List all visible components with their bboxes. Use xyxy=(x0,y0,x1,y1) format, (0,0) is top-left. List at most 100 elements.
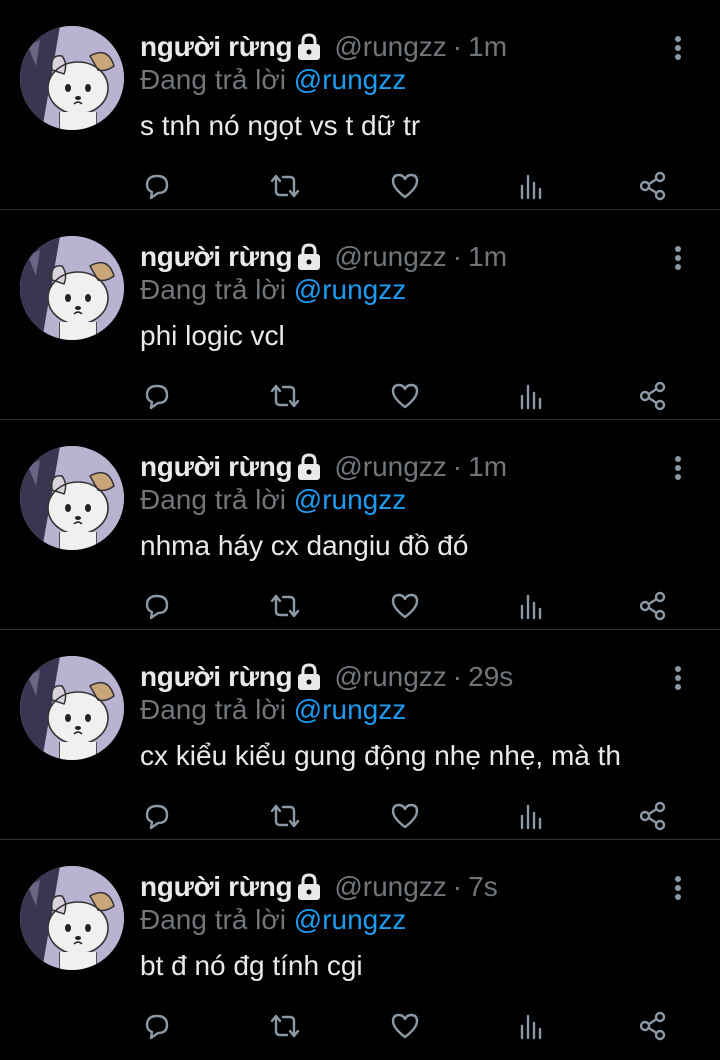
tweet-text: cx kiểu kiểu gung động nhẹ nhẹ, mà th xyxy=(140,740,622,771)
avatar[interactable] xyxy=(20,866,124,970)
share-icon xyxy=(637,380,669,417)
like-icon xyxy=(389,800,421,837)
display-name[interactable]: người rừng xyxy=(140,661,293,693)
reply-context: Đang trả lời @rungzz xyxy=(140,694,406,726)
timestamp[interactable]: 1m xyxy=(468,241,507,273)
separator: · xyxy=(452,451,463,482)
separator: · xyxy=(452,31,463,62)
reply-button[interactable] xyxy=(140,591,174,625)
reply-button[interactable] xyxy=(140,801,174,835)
reply-icon xyxy=(141,170,173,207)
reply-mention[interactable]: @rungzz xyxy=(294,904,406,935)
display-name[interactable]: người rừng xyxy=(140,241,293,273)
reply-prefix: Đang trả lời xyxy=(140,904,286,935)
retweet-button[interactable] xyxy=(268,171,302,205)
share-button[interactable] xyxy=(636,1011,670,1045)
timestamp[interactable]: 1m xyxy=(468,451,507,483)
share-button[interactable] xyxy=(636,801,670,835)
reply-context: Đang trả lời @rungzz xyxy=(140,484,406,516)
reply-button[interactable] xyxy=(140,1011,174,1045)
timestamp[interactable]: 29s xyxy=(468,661,513,693)
action-bar xyxy=(0,167,720,207)
more-icon[interactable] xyxy=(666,664,690,692)
separator: · xyxy=(452,241,463,272)
reply-button[interactable] xyxy=(140,381,174,415)
lock-icon xyxy=(296,453,322,481)
tweet[interactable]: người rừng @rungzz · 1m Đang trả lời @ru… xyxy=(0,210,720,420)
retweet-button[interactable] xyxy=(268,801,302,835)
reply-mention[interactable]: @rungzz xyxy=(294,274,406,305)
share-button[interactable] xyxy=(636,591,670,625)
handle[interactable]: @rungzz xyxy=(334,31,446,63)
like-button[interactable] xyxy=(388,381,422,415)
tweet-header: người rừng @rungzz · 29s xyxy=(140,658,513,696)
retweet-icon xyxy=(268,800,302,837)
stats-button[interactable] xyxy=(514,801,548,835)
display-name[interactable]: người rừng xyxy=(140,31,293,63)
stats-button[interactable] xyxy=(514,591,548,625)
share-button[interactable] xyxy=(636,171,670,205)
action-bar xyxy=(0,587,720,627)
tweet-text: bt đ nó đg tính cgi xyxy=(140,950,363,981)
avatar[interactable] xyxy=(20,446,124,550)
reply-prefix: Đang trả lời xyxy=(140,64,286,95)
reply-mention[interactable]: @rungzz xyxy=(294,694,406,725)
lock-icon xyxy=(296,873,322,901)
stats-icon xyxy=(515,1010,547,1047)
avatar[interactable] xyxy=(20,236,124,340)
tweet[interactable]: người rừng @rungzz · 1m Đang trả lời @ru… xyxy=(0,0,720,210)
retweet-button[interactable] xyxy=(268,591,302,625)
reply-context: Đang trả lời @rungzz xyxy=(140,64,406,96)
share-icon xyxy=(637,800,669,837)
handle[interactable]: @rungzz xyxy=(334,241,446,273)
handle[interactable]: @rungzz xyxy=(334,661,446,693)
stats-button[interactable] xyxy=(514,1011,548,1045)
stats-button[interactable] xyxy=(514,171,548,205)
tweet[interactable]: người rừng @rungzz · 7s Đang trả lời @ru… xyxy=(0,840,720,1050)
avatar[interactable] xyxy=(20,656,124,760)
retweet-button[interactable] xyxy=(268,381,302,415)
tweet[interactable]: người rừng @rungzz · 1m Đang trả lời @ru… xyxy=(0,420,720,630)
reply-context: Đang trả lời @rungzz xyxy=(140,274,406,306)
tweet-header: người rừng @rungzz · 7s xyxy=(140,868,498,906)
handle[interactable]: @rungzz xyxy=(334,871,446,903)
separator: · xyxy=(452,661,463,692)
reply-context: Đang trả lời @rungzz xyxy=(140,904,406,936)
more-icon[interactable] xyxy=(666,454,690,482)
like-icon xyxy=(389,170,421,207)
reply-icon xyxy=(141,590,173,627)
timestamp[interactable]: 7s xyxy=(468,871,498,903)
share-icon xyxy=(637,590,669,627)
more-icon[interactable] xyxy=(666,34,690,62)
reply-icon xyxy=(141,800,173,837)
timestamp[interactable]: 1m xyxy=(468,31,507,63)
tweet[interactable]: người rừng @rungzz · 29s Đang trả lời @r… xyxy=(0,630,720,840)
like-button[interactable] xyxy=(388,591,422,625)
like-icon xyxy=(389,380,421,417)
reply-mention[interactable]: @rungzz xyxy=(294,484,406,515)
share-button[interactable] xyxy=(636,381,670,415)
more-icon[interactable] xyxy=(666,244,690,272)
share-icon xyxy=(637,1010,669,1047)
more-icon[interactable] xyxy=(666,874,690,902)
handle[interactable]: @rungzz xyxy=(334,451,446,483)
like-button[interactable] xyxy=(388,801,422,835)
action-bar xyxy=(0,797,720,837)
reply-button[interactable] xyxy=(140,171,174,205)
tweet-header: người rừng @rungzz · 1m xyxy=(140,448,507,486)
avatar[interactable] xyxy=(20,26,124,130)
tweet-header: người rừng @rungzz · 1m xyxy=(140,28,507,66)
like-button[interactable] xyxy=(388,171,422,205)
display-name[interactable]: người rừng xyxy=(140,871,293,903)
like-icon xyxy=(389,590,421,627)
retweet-icon xyxy=(268,380,302,417)
retweet-icon xyxy=(268,590,302,627)
display-name[interactable]: người rừng xyxy=(140,451,293,483)
like-button[interactable] xyxy=(388,1011,422,1045)
lock-icon xyxy=(296,243,322,271)
reply-mention[interactable]: @rungzz xyxy=(294,64,406,95)
stats-button[interactable] xyxy=(514,381,548,415)
tweet-feed[interactable]: người rừng @rungzz · 1m Đang trả lời @ru… xyxy=(0,0,720,1050)
retweet-button[interactable] xyxy=(268,1011,302,1045)
share-icon xyxy=(637,170,669,207)
